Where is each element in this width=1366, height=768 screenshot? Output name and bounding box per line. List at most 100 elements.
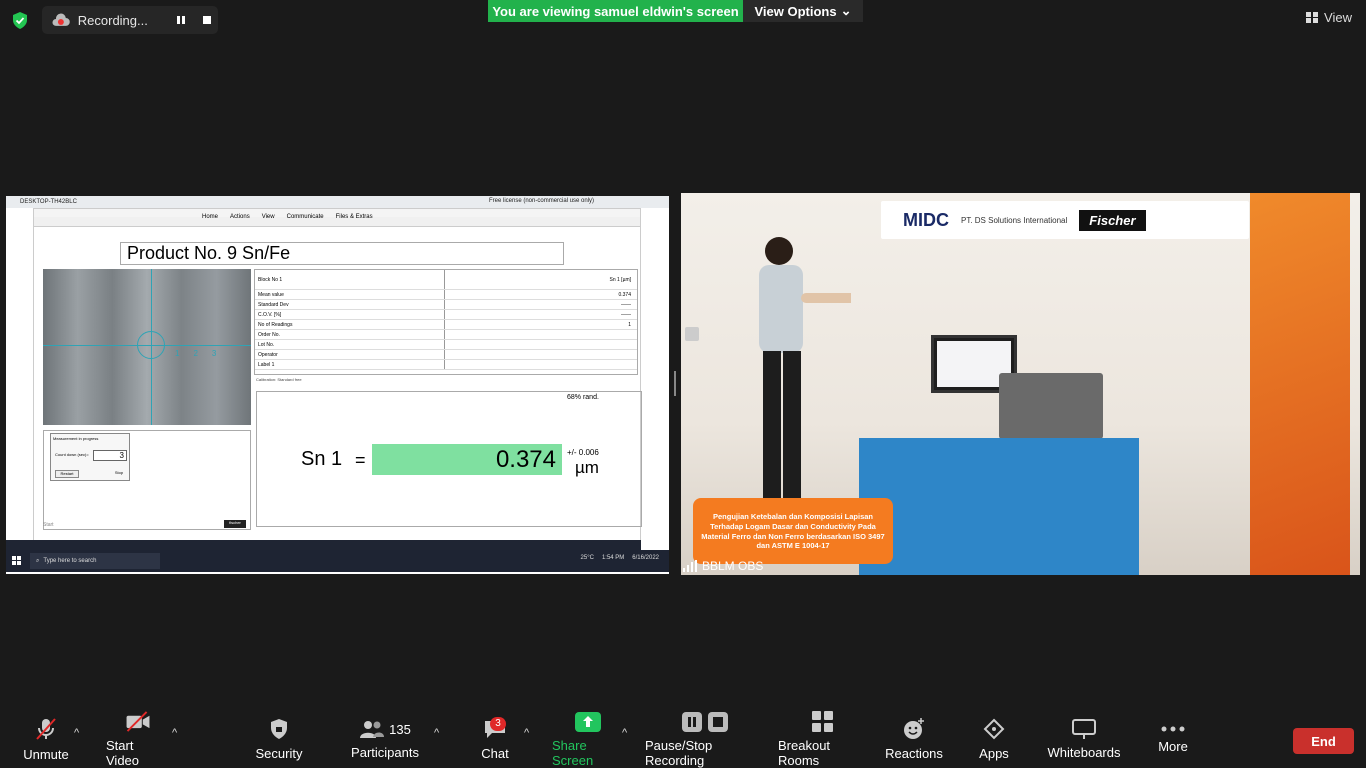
camera-expand-handle[interactable]: [685, 327, 699, 341]
table-row: Standard Dev ——: [255, 300, 637, 310]
security-button[interactable]: Security: [254, 711, 304, 768]
measurement-panel: Measurement in progress Count down (sec)…: [43, 430, 251, 530]
breakout-rooms-icon: [812, 711, 833, 732]
fischer-logo: Fischer: [1079, 209, 1146, 231]
stop-icon: [203, 16, 212, 24]
apps-button[interactable]: Apps: [974, 711, 1014, 768]
nav-files[interactable]: Files & Extras: [336, 214, 373, 220]
whiteboards-button[interactable]: Whiteboards: [1046, 711, 1122, 768]
stop-icon: [708, 711, 728, 732]
participant-name-label: BBLM OBS: [702, 559, 764, 573]
blue-table: [859, 438, 1139, 575]
pause-icon: [177, 16, 186, 24]
split-divider[interactable]: [674, 371, 676, 396]
video-image: 123: [43, 269, 251, 425]
nav-communicate[interactable]: Communicate: [287, 214, 324, 220]
product-title: Product No. 9 Sn/Fe: [120, 242, 564, 265]
security-shield-icon: [271, 719, 287, 739]
taskbar-search-text: Type here to search: [43, 558, 97, 564]
viewing-banner: You are viewing samuel eldwin's screen: [488, 0, 743, 22]
browser-chrome: DESKTOP-TH42BLC Free license (non-commer…: [6, 196, 669, 208]
remote-nav: Home Actions View Communicate Files & Ex…: [202, 210, 373, 224]
reactions-button[interactable]: Reactions: [884, 711, 944, 768]
weather: 25°C: [580, 555, 594, 561]
pause-icon: [682, 711, 702, 732]
view-label: View: [1324, 10, 1352, 25]
unmute-label: Unmute: [23, 747, 69, 762]
end-meeting-button[interactable]: End: [1293, 728, 1354, 754]
view-options-label: View Options: [754, 3, 837, 19]
clock-time: 1:54 PM: [601, 555, 625, 561]
start-video-button[interactable]: Start Video: [106, 711, 170, 768]
nav-actions[interactable]: Actions: [230, 214, 250, 220]
pause-recording-button[interactable]: [171, 9, 193, 31]
chat-options-caret[interactable]: ^: [524, 727, 529, 739]
stop-recording-button[interactable]: [196, 9, 218, 31]
share-screen-button[interactable]: Share Screen: [552, 711, 624, 768]
system-tray: 25°C 1:54 PM 6/16/2022: [581, 555, 659, 561]
smiley-plus-icon: [904, 718, 924, 739]
participants-button[interactable]: 135 Participants: [351, 711, 419, 768]
nav-view[interactable]: View: [262, 214, 275, 220]
license-text: Free license (non-commercial use only): [489, 198, 595, 204]
security-label: Security: [255, 746, 303, 761]
table-row: No of Readings 1: [255, 320, 637, 330]
more-dots-icon: [1161, 726, 1185, 732]
chat-button[interactable]: 3 Chat: [476, 711, 514, 768]
audio-options-caret[interactable]: ^: [74, 727, 79, 739]
view-options-button[interactable]: View Options ⌄: [743, 0, 863, 22]
browser-tab[interactable]: DESKTOP-TH42BLC: [20, 199, 77, 205]
participants-options-caret[interactable]: ^: [434, 727, 439, 739]
calibration-text: Calibration: Standard free: [256, 377, 302, 382]
more-button[interactable]: More: [1153, 711, 1193, 768]
reactions-label: Reactions: [885, 746, 943, 761]
start-button[interactable]: Start: [43, 522, 54, 528]
recording-label: Recording...: [77, 12, 148, 28]
unmute-button[interactable]: Unmute: [22, 711, 70, 768]
result-panel: 68% rand. Sn 1 = 0.374 +/- 0.006 µm: [256, 391, 642, 527]
video-camera-off-icon: [126, 711, 150, 732]
shield-check-icon[interactable]: [12, 12, 28, 29]
share-options-caret[interactable]: ^: [622, 727, 627, 739]
whiteboard-icon: [1072, 719, 1096, 739]
taskbar-search[interactable]: ⌕ Type here to search: [30, 553, 160, 569]
video-options-caret[interactable]: ^: [172, 727, 177, 739]
nav-home[interactable]: Home: [202, 214, 218, 220]
stats-table: Block No 1 Sn 1 [µm] Mean value 0.374 Sta…: [254, 269, 638, 375]
windows-start-icon[interactable]: [12, 556, 22, 566]
apps-icon: [983, 718, 1005, 740]
sponsor-logos: MIDC PT. DS Solutions International Fisc…: [881, 201, 1249, 239]
clock-date: 6/16/2022: [632, 555, 659, 561]
table-row: Mean value 0.374: [255, 290, 637, 300]
top-bar: Recording... You are viewing samuel eldw…: [0, 0, 1366, 40]
midc-logo: MIDC: [903, 209, 949, 230]
equals-sign: =: [355, 450, 366, 470]
share-screen-label: Share Screen: [552, 737, 594, 768]
camera-feed: MIDC PT. DS Solutions International Fisc…: [681, 193, 1360, 575]
unit-label: µm: [575, 458, 599, 477]
stop-button[interactable]: Stop: [107, 470, 131, 478]
stats-header: Block No 1 Sn 1 [µm]: [255, 270, 637, 290]
share-screen-arrow-icon: [575, 711, 601, 732]
rand-label: 68% rand.: [567, 394, 599, 401]
start-video-label: Start Video: [106, 738, 140, 768]
xray-instrument: [999, 373, 1103, 439]
dialog-title: Measurement in progress: [53, 436, 99, 441]
table-row: C.O.V. [%] ——: [255, 310, 637, 320]
restart-button[interactable]: Restart: [55, 470, 79, 478]
apps-label: Apps: [979, 746, 1009, 761]
measurement-dialog: Measurement in progress Count down (sec)…: [50, 433, 130, 481]
participants-icon: [360, 721, 385, 738]
breakout-rooms-button[interactable]: Breakout Rooms: [778, 711, 868, 768]
pause-stop-recording-button[interactable]: Pause/Stop Recording: [645, 711, 765, 768]
shared-screen: DESKTOP-TH42BLC Free license (non-commer…: [6, 196, 669, 574]
orange-backdrop: [1250, 193, 1350, 575]
caption-box: Pengujian Ketebalan dan Komposisi Lapisa…: [693, 498, 893, 564]
inner-taskbar: [6, 540, 641, 550]
chevron-down-icon: ⌄: [840, 3, 852, 18]
view-button[interactable]: View: [1306, 10, 1352, 25]
countdown-value: 3: [93, 450, 127, 461]
participant-name: BBLM OBS: [683, 559, 763, 573]
countdown-label: Count down (sec)=: [55, 452, 89, 457]
grid-view-icon: [1306, 12, 1319, 23]
